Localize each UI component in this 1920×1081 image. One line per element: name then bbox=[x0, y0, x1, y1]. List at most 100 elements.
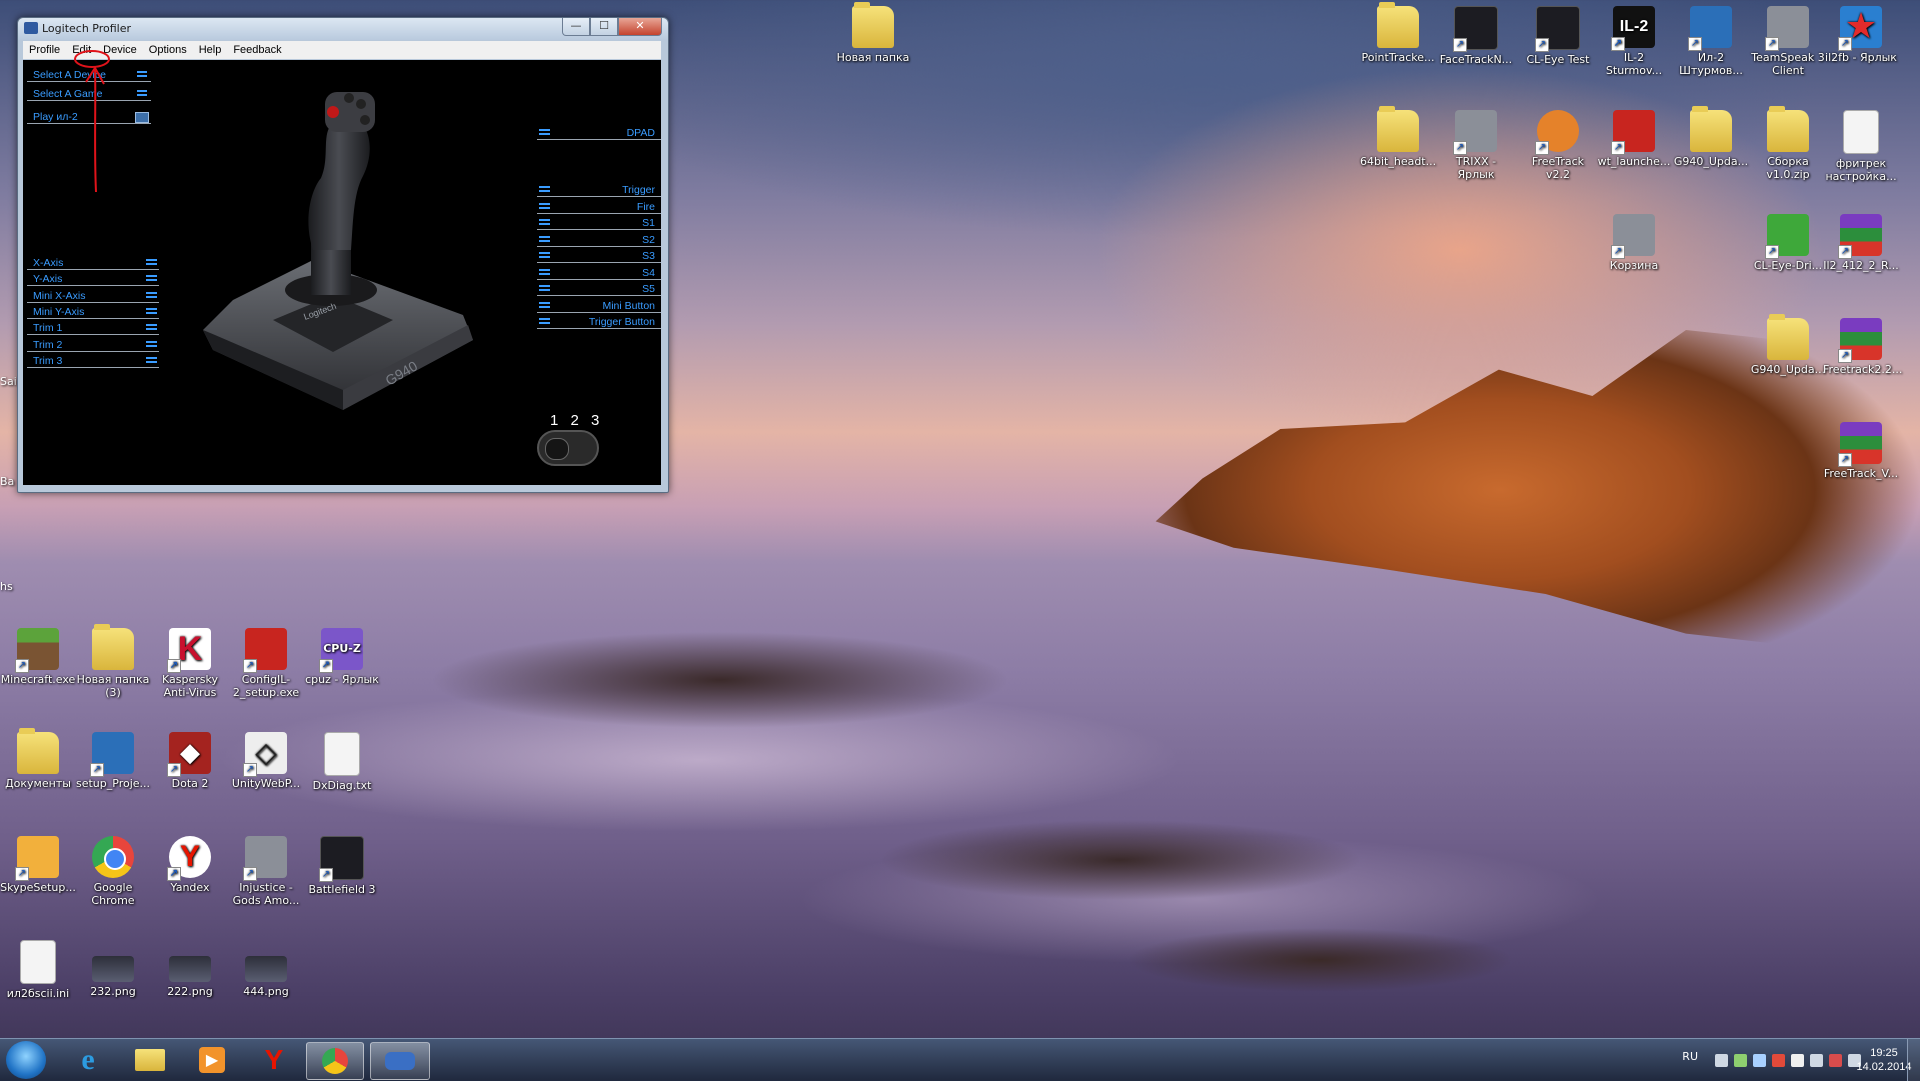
desktop-icon[interactable]: DxDiag.txt bbox=[304, 732, 380, 792]
mode-switch-knob[interactable] bbox=[545, 438, 569, 460]
desktop-icon[interactable]: Google Chrome bbox=[75, 836, 151, 907]
mc-icon bbox=[15, 628, 59, 673]
desktop-icon[interactable]: IL-2IL-2 Sturmov... bbox=[1596, 6, 1672, 77]
desktop-icon[interactable]: CPU-Zcpuz - Ярлык bbox=[304, 628, 380, 686]
keyboard-icon[interactable] bbox=[1715, 1053, 1728, 1067]
desktop-icon[interactable]: SkypeSetup... bbox=[0, 836, 76, 894]
desktop-icon[interactable]: FaceTrackN... bbox=[1438, 6, 1514, 66]
desktop-icon-label: FreeTrack v2.2 bbox=[1531, 155, 1585, 181]
show-desktop-button[interactable] bbox=[1907, 1039, 1920, 1081]
volume-icon[interactable] bbox=[1810, 1053, 1823, 1067]
desktop-icon[interactable]: TRIXX - Ярлык bbox=[1438, 110, 1514, 181]
desktop-icon[interactable]: FreeTrack_V... bbox=[1823, 422, 1899, 480]
desktop-icon[interactable]: Battlefield 3 bbox=[304, 836, 380, 896]
mode-switch[interactable] bbox=[537, 430, 599, 466]
axis-trim-2[interactable]: Trim 2 bbox=[27, 338, 159, 352]
menu-device[interactable]: Device bbox=[97, 44, 143, 56]
desktop-icon[interactable]: Сборка v1.0.zip bbox=[1750, 106, 1826, 181]
desktop-icon[interactable]: 232.png bbox=[75, 940, 151, 998]
internet-explorer-icon[interactable]: e bbox=[60, 1042, 116, 1078]
yandex-icon[interactable]: Y bbox=[246, 1042, 302, 1078]
play-profile-label: Play ил-2 bbox=[33, 111, 78, 123]
desktop-icon[interactable]: CL-Eye-Dri... bbox=[1750, 214, 1826, 272]
desktop-icon[interactable]: 222.png bbox=[152, 940, 228, 998]
media-player-icon[interactable]: ▶ bbox=[184, 1042, 240, 1078]
network-icon[interactable] bbox=[1753, 1053, 1766, 1067]
menu-help[interactable]: Help bbox=[193, 44, 228, 56]
button-s3[interactable]: S3 bbox=[537, 249, 661, 263]
button-s1[interactable]: S1 bbox=[537, 216, 661, 230]
button-dpad[interactable]: DPAD bbox=[537, 126, 661, 140]
button-trigger[interactable]: Trigger bbox=[537, 183, 661, 197]
button-fire[interactable]: Fire bbox=[537, 200, 661, 214]
menu-feedback[interactable]: Feedback bbox=[227, 44, 287, 56]
select-device-button[interactable]: Select A Device bbox=[27, 68, 151, 82]
desktop-icon[interactable]: Новая папка (3) bbox=[75, 624, 151, 699]
axis-mini-x-axis[interactable]: Mini X-Axis bbox=[27, 289, 159, 303]
menu-options[interactable]: Options bbox=[143, 44, 193, 56]
desktop-icon-label: Yandex bbox=[170, 881, 210, 894]
menu-bar: Profile Edit Device Options Help Feedbac… bbox=[23, 41, 661, 59]
axis-trim-3[interactable]: Trim 3 bbox=[27, 354, 159, 368]
antivirus-icon[interactable] bbox=[1772, 1053, 1785, 1067]
desktop-icon[interactable]: YYandex bbox=[152, 836, 228, 894]
minimize-button[interactable]: — bbox=[562, 18, 590, 36]
play-profile-button[interactable]: Play ил-2 bbox=[27, 110, 151, 124]
axis-x-axis[interactable]: X-Axis bbox=[27, 256, 159, 270]
desktop-icon[interactable]: G940_Upda... bbox=[1750, 314, 1826, 376]
desktop-icon[interactable]: Injustice - Gods Amo... bbox=[228, 836, 304, 907]
clock[interactable]: 19:25 14.02.2014 bbox=[1854, 1046, 1914, 1074]
axis-trim-1[interactable]: Trim 1 bbox=[27, 321, 159, 336]
button-s5[interactable]: S5 bbox=[537, 282, 661, 296]
close-button[interactable]: ✕ bbox=[618, 18, 662, 36]
desktop-icon[interactable]: ★il2fb - Ярлык bbox=[1823, 6, 1899, 64]
profile-icon bbox=[135, 112, 149, 123]
menu-profile[interactable]: Profile bbox=[23, 44, 66, 56]
button-s2[interactable]: S2 bbox=[537, 233, 661, 247]
button-label: Fire bbox=[636, 200, 655, 213]
desktop-icon[interactable]: FreeTrack v2.2 bbox=[1520, 110, 1596, 181]
desktop-icon[interactable]: TeamSpeak 3 Client bbox=[1750, 6, 1826, 77]
folder-icon bbox=[1690, 106, 1732, 152]
select-game-button[interactable]: Select A Game bbox=[27, 87, 151, 101]
menu-edit[interactable]: Edit bbox=[66, 44, 97, 56]
desktop-icon[interactable]: G940_Upda... bbox=[1673, 106, 1749, 168]
flag-icon[interactable] bbox=[1791, 1053, 1804, 1067]
desktop-icon[interactable]: ◇UnityWebP... bbox=[228, 732, 304, 790]
desktop-icon[interactable]: 64bit_headt... bbox=[1360, 106, 1436, 168]
axis-y-axis[interactable]: Y-Axis bbox=[27, 272, 159, 287]
desktop-icon[interactable]: Minecraft.exe bbox=[0, 628, 76, 686]
desktop-icon[interactable]: wt_launche... bbox=[1596, 110, 1672, 168]
explorer-icon[interactable] bbox=[122, 1042, 178, 1078]
start-button[interactable] bbox=[6, 1041, 46, 1079]
usb-icon[interactable] bbox=[1734, 1053, 1747, 1067]
button-mini-button[interactable]: Mini Button bbox=[537, 299, 661, 313]
desktop-icon[interactable]: setup_Proje... bbox=[75, 732, 151, 790]
dark-icon bbox=[319, 836, 364, 882]
desktop-icon[interactable]: 444.png bbox=[228, 940, 304, 998]
chrome-icon[interactable] bbox=[306, 1042, 364, 1080]
desktop-icon[interactable]: CL-Eye Test bbox=[1520, 6, 1596, 66]
desktop-icon[interactable]: фритрек настройка... bbox=[1823, 110, 1899, 183]
desktop-icon[interactable]: PointTracke... bbox=[1360, 2, 1436, 64]
title-bar[interactable]: Logitech Profiler — ☐ ✕ bbox=[18, 18, 668, 40]
action-center-icon[interactable] bbox=[1829, 1053, 1842, 1067]
axis-mini-y-axis[interactable]: Mini Y-Axis bbox=[27, 305, 159, 319]
desktop-icon[interactable]: Freetrack2.2... bbox=[1823, 318, 1902, 376]
logitech-profiler-task-icon[interactable] bbox=[370, 1042, 430, 1080]
desktop-icon[interactable]: Il2_412_2_R... bbox=[1823, 214, 1899, 272]
desktop-icon[interactable]: Ил-2 Штурмов... bbox=[1673, 6, 1749, 77]
desktop-icon-label: ConfigIL-2_setup.exe bbox=[232, 673, 300, 699]
desktop-icon[interactable]: Документы bbox=[0, 728, 76, 790]
desktop-icon[interactable]: Корзина bbox=[1596, 214, 1672, 272]
language-indicator[interactable]: RU bbox=[1682, 1050, 1698, 1063]
desktop-icon[interactable]: ◆Dota 2 bbox=[152, 732, 228, 790]
desktop-icon[interactable]: Новая папка bbox=[835, 2, 911, 64]
button-s4[interactable]: S4 bbox=[537, 266, 661, 280]
blue-icon bbox=[1688, 6, 1732, 51]
desktop-icon[interactable]: KKaspersky Anti-Virus bbox=[152, 628, 228, 699]
desktop-icon[interactable]: ConfigIL-2_setup.exe bbox=[228, 628, 304, 699]
desktop-icon[interactable]: ил2бscii.ini bbox=[0, 940, 76, 1000]
maximize-button[interactable]: ☐ bbox=[590, 18, 618, 36]
button-trigger-button[interactable]: Trigger Button bbox=[537, 315, 661, 329]
